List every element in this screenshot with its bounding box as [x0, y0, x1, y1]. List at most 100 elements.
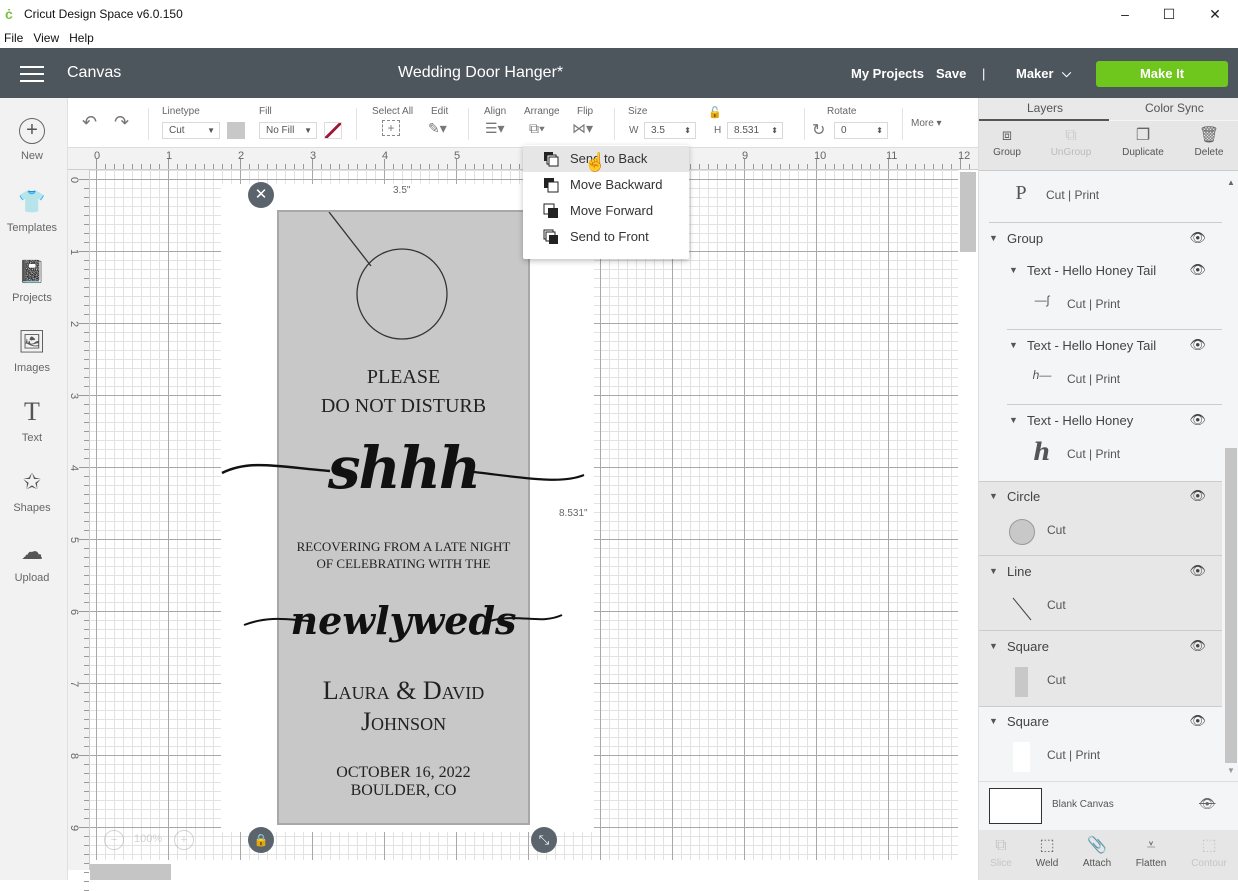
hamburger-menu-icon[interactable]: [20, 66, 44, 82]
layer-square[interactable]: ▼ Square 👁: [979, 631, 1222, 661]
layer-sub-item[interactable]: Cut: [979, 511, 1222, 551]
ruler-tick-label: 3: [310, 150, 317, 162]
menu-item-send-to-front[interactable]: Send to Front: [523, 224, 689, 250]
edit-icon[interactable]: ✎▾: [428, 120, 447, 137]
visibility-eye-icon[interactable]: 👁: [1189, 713, 1206, 729]
ungroup-button[interactable]: ⧉ UnGroup: [1041, 125, 1101, 158]
flatten-button[interactable]: ⩡ Flatten: [1125, 834, 1177, 869]
flip-icon[interactable]: ⋈▾: [572, 120, 593, 137]
visibility-eye-icon[interactable]: 👁: [1189, 488, 1206, 504]
width-stepper-icon[interactable]: ⬍: [684, 123, 691, 138]
visibility-hidden-icon[interactable]: 👁: [1199, 796, 1216, 812]
save-link[interactable]: Save: [936, 66, 966, 81]
layer-sub-item[interactable]: h— Cut | Print: [979, 360, 1222, 400]
machine-select[interactable]: Maker: [1016, 66, 1054, 81]
maximize-button[interactable]: ☐: [1146, 0, 1192, 28]
collapse-icon[interactable]: ▼: [1009, 265, 1018, 275]
layer-circle[interactable]: ▼ Circle 👁: [979, 481, 1222, 511]
menu-file[interactable]: File: [4, 31, 23, 45]
collapse-icon[interactable]: ▼: [1009, 340, 1018, 350]
scroll-up-icon[interactable]: ▲: [1227, 178, 1235, 187]
layer-sub-item[interactable]: Cut: [979, 661, 1222, 701]
edit-toolbar: ↶ ↷ Linetype Cut ▼ Fill No Fill ▼ Select A…: [68, 98, 978, 148]
linetype-select[interactable]: Cut ▼: [162, 122, 220, 139]
layer-text-hello-honey-tail[interactable]: ▼ Text - Hello Honey Tail 👁: [979, 330, 1222, 360]
lock-handle-icon[interactable]: 🔒: [248, 827, 274, 853]
make-it-button[interactable]: Make It: [1096, 61, 1228, 87]
lock-aspect-icon[interactable]: 🔓: [708, 106, 722, 119]
layer-sub-item[interactable]: —ʃ Cut | Print: [979, 285, 1222, 325]
sidebar-item-new[interactable]: + New: [0, 106, 64, 176]
zoom-in-button[interactable]: +: [174, 830, 194, 850]
close-window-button[interactable]: ✕: [1192, 0, 1238, 28]
menu-view[interactable]: View: [33, 31, 59, 45]
width-input[interactable]: 3.5 ⬍: [644, 122, 696, 139]
layer-item-p[interactable]: P Cut | Print: [979, 176, 1222, 216]
visibility-eye-icon[interactable]: 👁: [1189, 638, 1206, 654]
layer-line[interactable]: ▼ Line 👁: [979, 556, 1222, 586]
sidebar-item-images[interactable]: 🖼 Images: [0, 316, 64, 386]
height-input[interactable]: 8.531 ⬍: [727, 122, 783, 139]
height-stepper-icon[interactable]: ⬍: [771, 123, 778, 138]
duplicate-button[interactable]: ❐ Duplicate: [1113, 125, 1173, 158]
menu-item-move-forward[interactable]: Move Forward: [523, 198, 689, 224]
visibility-eye-icon[interactable]: 👁: [1189, 230, 1206, 246]
collapse-icon[interactable]: ▼: [1009, 415, 1018, 425]
canvas-horizontal-scrollbar[interactable]: [90, 864, 171, 880]
linetype-color-swatch[interactable]: [227, 122, 245, 139]
minimize-button[interactable]: –: [1102, 0, 1148, 28]
collapse-icon[interactable]: ▼: [989, 491, 998, 501]
please-text: PLEASE: [366, 366, 441, 388]
zoom-out-button[interactable]: −: [104, 830, 124, 850]
sidebar-item-projects[interactable]: 📓 Projects: [0, 246, 64, 316]
sidebar-item-shapes[interactable]: ✩ Shapes: [0, 456, 64, 526]
resize-handle-icon[interactable]: ⤡: [531, 827, 557, 853]
sidebar-item-text[interactable]: T Text: [0, 386, 64, 456]
layer-sub-item[interactable]: h Cut | Print: [979, 435, 1222, 475]
layer-group[interactable]: ▼ Group 👁: [979, 223, 1222, 253]
tab-color-sync[interactable]: Color Sync: [1145, 101, 1204, 115]
more-button[interactable]: More ▾: [911, 118, 942, 129]
layers-scrollbar[interactable]: [1225, 448, 1237, 763]
rotate-input[interactable]: 0 ⬍: [834, 122, 888, 139]
group-button[interactable]: ⧈ Group: [977, 125, 1037, 158]
contour-button[interactable]: ⬚ Contour: [1183, 834, 1235, 869]
tab-layers[interactable]: Layers: [1027, 101, 1063, 115]
layer-text-hello-honey[interactable]: ▼ Text - Hello Honey 👁: [979, 405, 1222, 435]
visibility-eye-icon[interactable]: 👁: [1189, 412, 1206, 428]
my-projects-link[interactable]: My Projects: [851, 66, 924, 81]
collapse-icon[interactable]: ▼: [989, 641, 998, 651]
select-all-icon[interactable]: +: [382, 120, 400, 136]
attach-button[interactable]: 📎 Attach: [1071, 834, 1123, 869]
collapse-icon[interactable]: ▼: [989, 566, 998, 576]
blank-canvas-swatch[interactable]: [989, 788, 1042, 824]
delete-button[interactable]: 🗑 Delete: [1179, 125, 1238, 158]
layer-sub-item[interactable]: Cut | Print: [979, 736, 1222, 776]
weld-button[interactable]: ⬚ Weld: [1021, 834, 1073, 869]
slice-button[interactable]: ⧉ Slice: [975, 834, 1027, 869]
visibility-eye-icon[interactable]: 👁: [1189, 563, 1206, 579]
sidebar-item-templates[interactable]: 👕 Templates: [0, 176, 64, 246]
canvas-vertical-scrollbar[interactable]: [960, 172, 976, 252]
rotate-stepper-icon[interactable]: ⬍: [876, 123, 883, 138]
layer-text-hello-honey-tail[interactable]: ▼ Text - Hello Honey Tail 👁: [979, 255, 1222, 285]
blank-canvas-row[interactable]: Blank Canvas 👁: [979, 781, 1238, 830]
align-icon[interactable]: ☰▾: [485, 120, 505, 137]
collapse-icon[interactable]: ▼: [989, 233, 998, 243]
collapse-icon[interactable]: ▼: [989, 716, 998, 726]
arrange-icon[interactable]: ⧉▾: [529, 120, 545, 137]
menu-item-move-backward[interactable]: Move Backward: [523, 172, 689, 198]
redo-icon[interactable]: ↷: [114, 112, 129, 133]
sidebar-item-upload[interactable]: ☁ Upload: [0, 526, 64, 596]
menu-help[interactable]: Help: [69, 31, 94, 45]
fill-select[interactable]: No Fill ▼: [259, 122, 317, 139]
visibility-eye-icon[interactable]: 👁: [1189, 337, 1206, 353]
delete-handle-icon[interactable]: ✕: [248, 182, 274, 208]
layer-square[interactable]: ▼ Square 👁: [979, 706, 1222, 736]
visibility-eye-icon[interactable]: 👁: [1189, 262, 1206, 278]
undo-icon[interactable]: ↶: [82, 112, 97, 133]
fill-color-swatch[interactable]: [324, 122, 342, 139]
chevron-down-icon[interactable]: ⌵: [1062, 66, 1071, 81]
layer-sub-item[interactable]: Cut: [979, 586, 1222, 626]
scroll-down-icon[interactable]: ▼: [1227, 766, 1235, 775]
